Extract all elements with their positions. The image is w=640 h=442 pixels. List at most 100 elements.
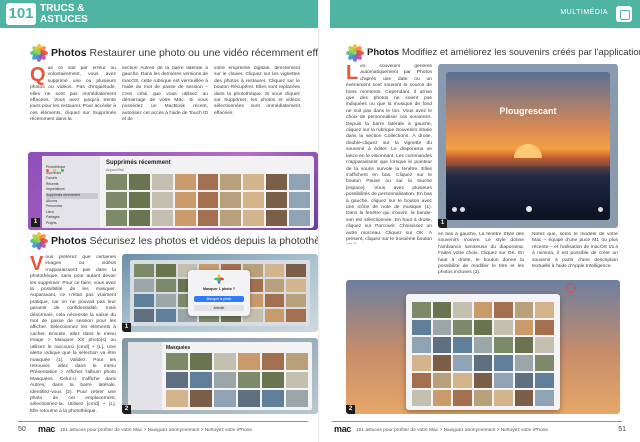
photo-thumbnail[interactable] [197,174,219,190]
photo-thumbnail[interactable] [128,192,150,208]
photo-thumbnail[interactable] [289,174,310,190]
photo-thumbnail[interactable] [494,319,513,336]
photo-thumbnail[interactable] [473,302,493,318]
photo-thumbnail[interactable] [264,264,285,277]
photo-thumbnail[interactable] [535,372,554,389]
photo-thumbnail[interactable] [494,337,513,353]
photo-thumbnail[interactable] [432,355,452,371]
photo-thumbnail[interactable] [453,337,472,353]
photo-thumbnail[interactable] [535,302,554,318]
photo-thumbnail[interactable] [190,353,212,370]
photo-thumbnail[interactable] [155,309,176,322]
photo-thumbnail[interactable] [514,372,534,389]
photo-thumbnail[interactable] [286,353,308,370]
photo-thumbnail[interactable] [238,371,260,389]
photo-thumbnail[interactable] [266,210,288,226]
hide-confirm-button[interactable]: Masquer la photo [194,296,244,302]
music-icon[interactable] [452,207,457,212]
photo-thumbnail[interactable] [262,371,284,389]
photo-thumbnail[interactable] [514,319,534,336]
photo-thumbnail[interactable] [197,210,219,226]
photo-thumbnail[interactable] [128,210,150,226]
photo-thumbnail[interactable] [134,279,154,292]
photo-thumbnail[interactable] [214,353,236,370]
photo-thumbnail[interactable] [238,390,260,407]
photo-thumbnail[interactable] [286,264,306,277]
photo-thumbnail[interactable] [535,390,554,406]
photo-thumbnail[interactable] [453,319,472,336]
photo-thumbnail[interactable] [412,390,431,406]
photo-thumbnail[interactable] [214,390,236,407]
more-icon[interactable] [598,207,603,212]
photo-thumbnail[interactable] [155,264,176,277]
photo-thumbnail[interactable] [243,174,265,190]
photo-thumbnail[interactable] [262,353,284,370]
photo-thumbnail[interactable] [453,372,472,389]
photo-thumbnail[interactable] [494,372,513,389]
photo-thumbnail[interactable] [514,390,534,406]
photo-thumbnail[interactable] [432,319,452,336]
photo-thumbnail[interactable] [106,174,127,190]
photo-thumbnail[interactable] [197,192,219,208]
photo-thumbnail[interactable] [494,302,513,318]
photo-thumbnail[interactable] [174,174,196,190]
photo-thumbnail[interactable] [453,302,472,318]
photo-thumbnail[interactable] [151,174,173,190]
photo-thumbnail[interactable] [264,309,285,322]
photo-thumbnail[interactable] [166,353,188,370]
photo-thumbnail[interactable] [243,210,265,226]
photo-thumbnail[interactable] [453,355,472,371]
photo-thumbnail[interactable] [473,390,493,406]
photo-thumbnail[interactable] [151,210,173,226]
style-icon[interactable] [460,207,465,212]
photo-thumbnail[interactable] [535,355,554,371]
photo-thumbnail[interactable] [432,337,452,353]
photo-thumbnail[interactable] [166,371,188,389]
photo-thumbnail[interactable] [134,294,154,307]
photo-thumbnail[interactable] [494,390,513,406]
photo-thumbnail[interactable] [412,319,431,336]
photo-thumbnail[interactable] [166,390,188,407]
sidebar-item[interactable]: Projets [46,221,98,227]
photo-thumbnail[interactable] [190,390,212,407]
photo-thumbnail[interactable] [514,355,534,371]
photo-thumbnail[interactable] [264,294,285,307]
photo-thumbnail[interactable] [453,390,472,406]
photo-thumbnail[interactable] [214,371,236,389]
photo-thumbnail[interactable] [190,371,212,389]
photo-thumbnail[interactable] [220,174,242,190]
photo-thumbnail[interactable] [412,302,431,318]
photo-thumbnail[interactable] [286,309,306,322]
photo-thumbnail[interactable] [134,264,154,277]
photo-thumbnail[interactable] [286,371,308,389]
photo-thumbnail[interactable] [432,372,452,389]
photo-thumbnail[interactable] [128,174,150,190]
pause-icon[interactable] [526,206,532,212]
photo-thumbnail[interactable] [238,353,260,370]
photo-thumbnail[interactable] [473,337,493,353]
photo-thumbnail[interactable] [286,294,306,307]
photo-thumbnail[interactable] [264,279,285,292]
photo-thumbnail[interactable] [220,210,242,226]
photo-thumbnail[interactable] [473,319,493,336]
photo-thumbnail[interactable] [412,372,431,389]
photo-thumbnail[interactable] [535,319,554,336]
photo-thumbnail[interactable] [262,390,284,407]
photo-thumbnail[interactable] [514,337,534,353]
photo-thumbnail[interactable] [266,174,288,190]
photo-thumbnail[interactable] [286,390,308,407]
photo-thumbnail[interactable] [174,210,196,226]
photo-thumbnail[interactable] [412,355,431,371]
photo-thumbnail[interactable] [473,355,493,371]
photo-thumbnail[interactable] [134,309,154,322]
photo-thumbnail[interactable] [174,192,196,208]
photo-thumbnail[interactable] [432,302,452,318]
photo-thumbnail[interactable] [286,279,306,292]
photo-thumbnail[interactable] [151,192,173,208]
photo-thumbnail[interactable] [243,192,265,208]
photo-thumbnail[interactable] [289,192,310,208]
photo-thumbnail[interactable] [535,337,554,353]
photo-thumbnail[interactable] [514,302,534,318]
photo-thumbnail[interactable] [106,210,127,226]
photo-thumbnail[interactable] [155,279,176,292]
